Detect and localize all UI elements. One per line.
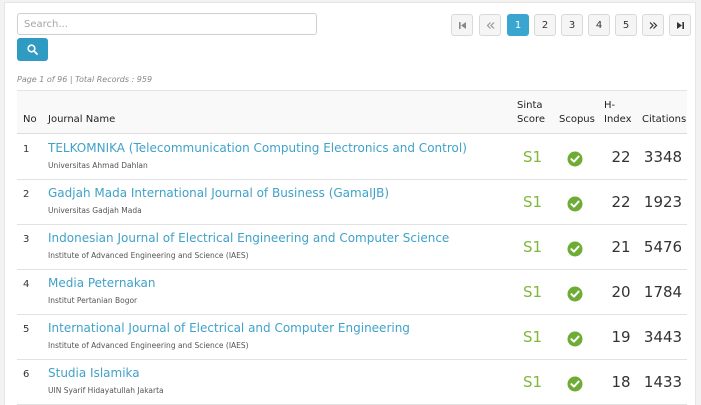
page-button-2[interactable]: 2 — [534, 14, 556, 36]
prev-page-icon — [486, 21, 494, 29]
citations-value: 3348 — [643, 148, 683, 166]
table-header: No Journal Name Sinta Score Scopus H- In… — [17, 90, 687, 134]
header-no: No — [23, 114, 37, 125]
h-index-value: 22 — [611, 148, 631, 166]
table-row: 4 Media Peternakan Institut Pertanian Bo… — [17, 270, 687, 315]
h-index-value: 19 — [611, 328, 631, 346]
last-page-icon — [676, 21, 684, 29]
journal-name-link[interactable]: International Journal of Electrical and … — [48, 321, 410, 335]
row-number: 2 — [23, 189, 30, 200]
next-page-button[interactable] — [642, 14, 664, 36]
sinta-score: S1 — [523, 328, 543, 346]
next-page-icon — [649, 21, 657, 29]
page-info: Page 1 of 96 | Total Records : 959 — [17, 75, 153, 84]
scopus-check-icon — [567, 151, 583, 167]
row-number: 4 — [23, 279, 30, 290]
header-h-index-line1: H- — [604, 100, 616, 111]
page-button-3[interactable]: 3 — [561, 14, 583, 36]
table-row: 5 International Journal of Electrical an… — [17, 315, 687, 360]
institution-name: Institute of Advanced Engineering and Sc… — [48, 251, 249, 260]
row-number: 1 — [23, 144, 30, 155]
prev-page-button[interactable] — [479, 14, 501, 36]
journal-name-link[interactable]: Media Peternakan — [48, 276, 156, 290]
search-input[interactable] — [17, 13, 317, 35]
search-button[interactable] — [17, 38, 48, 61]
first-page-icon — [458, 21, 466, 29]
institution-name: Universitas Ahmad Dahlan — [48, 161, 148, 170]
table-row: 2 Gadjah Mada International Journal of B… — [17, 180, 687, 225]
row-number: 6 — [23, 369, 30, 380]
row-number: 3 — [23, 234, 30, 245]
h-index-value: 22 — [611, 193, 631, 211]
citations-value: 1923 — [643, 193, 683, 211]
sinta-score: S1 — [523, 193, 543, 211]
page-button-4[interactable]: 4 — [588, 14, 610, 36]
scopus-check-icon — [567, 196, 583, 212]
h-index-value: 20 — [611, 283, 631, 301]
sinta-score: S1 — [523, 148, 543, 166]
citations-value: 1433 — [643, 373, 683, 391]
page-button-5[interactable]: 5 — [615, 14, 637, 36]
header-sinta-line2: Score — [517, 114, 546, 125]
sinta-score: S1 — [523, 373, 543, 391]
scopus-check-icon — [567, 241, 583, 257]
table-row: 6 Studia Islamika UIN Syarif Hidayatulla… — [17, 360, 687, 405]
last-page-button[interactable] — [669, 14, 691, 36]
scopus-check-icon — [567, 286, 583, 302]
scopus-check-icon — [567, 376, 583, 392]
scopus-check-icon — [567, 331, 583, 347]
sinta-score: S1 — [523, 238, 543, 256]
header-scopus: Scopus — [559, 114, 595, 125]
row-number: 5 — [23, 324, 30, 335]
journal-name-link[interactable]: Gadjah Mada International Journal of Bus… — [48, 186, 389, 200]
journal-list-panel: 1 2 3 4 5 Page 1 of 96 | Total Records :… — [4, 2, 696, 405]
journal-name-link[interactable]: Studia Islamika — [48, 366, 140, 380]
search-icon — [27, 44, 38, 55]
table-row: 3 Indonesian Journal of Electrical Engin… — [17, 225, 687, 270]
header-sinta-line1: Sinta — [517, 100, 543, 111]
institution-name: UIN Syarif Hidayatullah Jakarta — [48, 386, 164, 395]
page-button-1[interactable]: 1 — [507, 14, 529, 36]
first-page-button[interactable] — [451, 14, 473, 36]
table-row: 1 TELKOMNIKA (Telecommunication Computin… — [17, 135, 687, 180]
citations-value: 1784 — [643, 283, 683, 301]
institution-name: Institute of Advanced Engineering and Sc… — [48, 341, 249, 350]
header-citations: Citations — [642, 114, 687, 125]
header-h-index-line2: Index — [604, 114, 632, 125]
institution-name: Universitas Gadjah Mada — [48, 206, 142, 215]
sinta-score: S1 — [523, 283, 543, 301]
citations-value: 3443 — [643, 328, 683, 346]
journal-name-link[interactable]: Indonesian Journal of Electrical Enginee… — [48, 231, 449, 245]
h-index-value: 21 — [611, 238, 631, 256]
journal-name-link[interactable]: TELKOMNIKA (Telecommunication Computing … — [48, 141, 467, 155]
header-journal-name: Journal Name — [48, 114, 116, 125]
h-index-value: 18 — [611, 373, 631, 391]
citations-value: 5476 — [643, 238, 683, 256]
institution-name: Institut Pertanian Bogor — [48, 296, 138, 305]
